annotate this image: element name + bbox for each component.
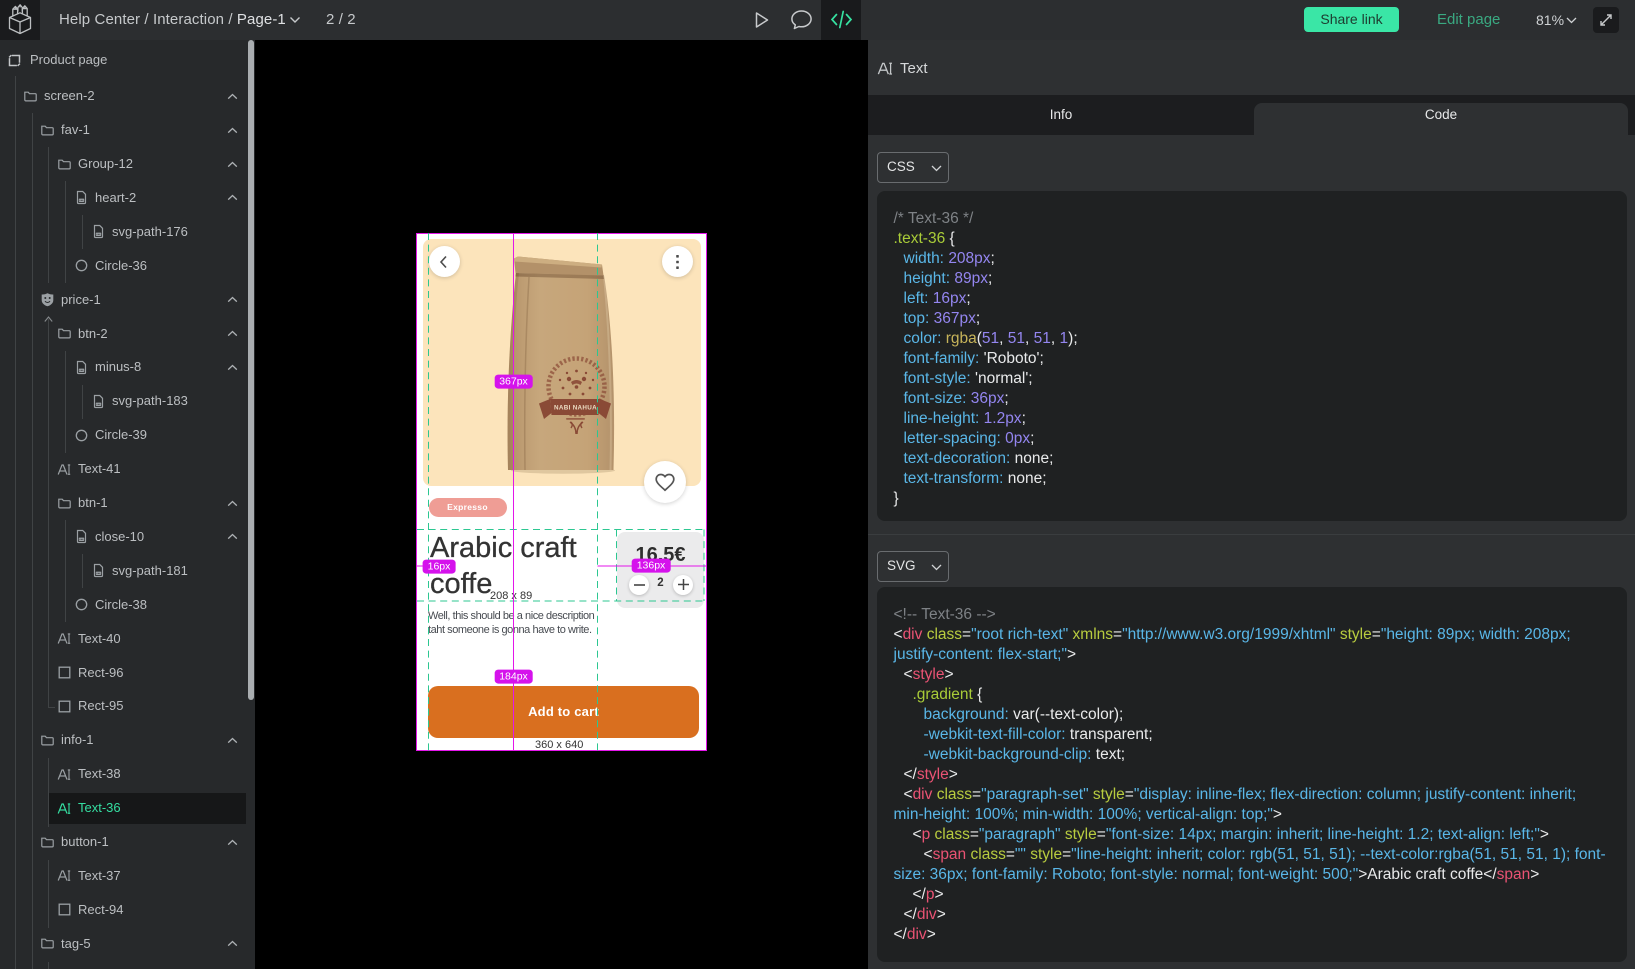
svg-text:NABI NAHUA: NABI NAHUA: [554, 405, 597, 412]
